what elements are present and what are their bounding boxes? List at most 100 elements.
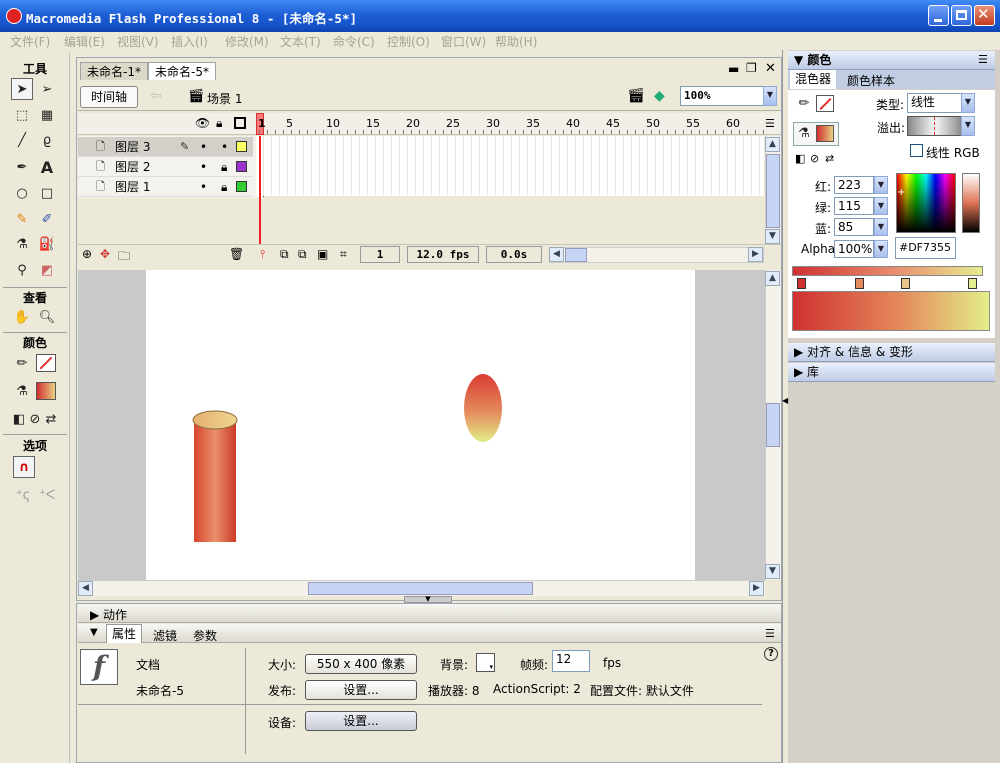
timeline-scroll-left-icon[interactable]: ◀ bbox=[549, 247, 564, 262]
gradient-stop-4[interactable] bbox=[968, 278, 977, 289]
fill-transform-icon[interactable]: ▦ bbox=[36, 104, 58, 126]
mixer-stroke-swatch[interactable] bbox=[816, 95, 834, 112]
timeline-toggle-button[interactable]: 时间轴 bbox=[80, 86, 138, 108]
no-color-icon[interactable]: ⊘ bbox=[810, 152, 819, 165]
mixer-stroke-icon[interactable]: ✏ bbox=[795, 94, 813, 112]
visibility-dot[interactable]: • bbox=[200, 137, 207, 157]
scene-label[interactable]: 场景 1 bbox=[207, 90, 242, 107]
delete-layer-icon[interactable]: 🗑︎ bbox=[229, 247, 244, 261]
visibility-dot[interactable]: • bbox=[200, 157, 207, 177]
overflow-select[interactable] bbox=[907, 116, 963, 136]
pencil-tool-icon[interactable]: ✎ bbox=[11, 208, 33, 230]
doc-restore-icon[interactable]: ❐ bbox=[746, 61, 757, 75]
device-settings-button[interactable]: 设置... bbox=[305, 711, 417, 731]
alpha-dropdown-icon[interactable]: ▼ bbox=[874, 240, 888, 258]
color-panel-menu-icon[interactable]: ☰ bbox=[978, 53, 988, 66]
fill-type-dropdown-icon[interactable]: ▼ bbox=[961, 93, 975, 113]
insert-folder-icon[interactable]: 🗀︎ bbox=[118, 247, 130, 268]
green-dropdown-icon[interactable]: ▼ bbox=[874, 197, 888, 215]
onion-skin-icon[interactable]: ⧉ bbox=[280, 247, 289, 262]
flash-app-icon[interactable] bbox=[6, 8, 22, 24]
stage-hscroll-thumb[interactable] bbox=[308, 582, 533, 595]
menu-item-8[interactable]: 窗口(W) bbox=[441, 33, 486, 50]
color-spectrum-picker[interactable] bbox=[896, 173, 956, 233]
paint-bucket-icon[interactable]: ⛽ bbox=[36, 233, 58, 255]
stage-scroll-right-icon[interactable]: ▶ bbox=[749, 581, 764, 596]
stage-scroll-up-icon[interactable]: ▲ bbox=[765, 271, 780, 286]
oval-tool-icon[interactable]: ○ bbox=[11, 182, 33, 204]
no-color-icon[interactable]: ⊘ bbox=[27, 408, 43, 430]
actions-panel-header[interactable] bbox=[78, 604, 781, 623]
lock-dot[interactable]: • bbox=[221, 137, 228, 157]
doc-minimize-icon[interactable]: ▬ bbox=[728, 62, 739, 76]
menu-item-4[interactable]: 修改(M) bbox=[225, 33, 269, 50]
visibility-dot[interactable]: • bbox=[200, 177, 207, 197]
menu-item-6[interactable]: 命令(C) bbox=[333, 33, 375, 50]
layer-name[interactable]: 图层 1 bbox=[115, 177, 150, 197]
subselection-tool-icon[interactable]: ➢ bbox=[36, 78, 58, 100]
publish-settings-button[interactable]: 设置... bbox=[305, 680, 417, 700]
ink-bottle-icon[interactable]: ⚗ bbox=[11, 233, 33, 255]
timeline-scroll-right-icon[interactable]: ▶ bbox=[748, 247, 763, 262]
back-arrow-icon[interactable]: ⇦ bbox=[150, 88, 162, 104]
maximize-button[interactable] bbox=[951, 5, 972, 26]
tab-untitled-5[interactable]: 未命名-5* bbox=[148, 62, 216, 80]
doc-close-icon[interactable]: ✕ bbox=[765, 61, 776, 76]
show-hide-eye-icon[interactable]: 👁︎ bbox=[195, 116, 210, 130]
tab-color-mixer[interactable]: 混色器 bbox=[790, 70, 837, 89]
minimize-button[interactable] bbox=[928, 5, 949, 26]
timeline-scroll-down-icon[interactable]: ▼ bbox=[765, 229, 780, 244]
overflow-dropdown-icon[interactable]: ▼ bbox=[961, 116, 975, 136]
stroke-color-swatch[interactable] bbox=[36, 354, 56, 372]
dock-collapse-icon[interactable]: ◀ bbox=[782, 396, 788, 405]
stage-scroll-down-icon[interactable]: ▼ bbox=[765, 564, 780, 579]
gradient-stop-1[interactable] bbox=[797, 278, 806, 289]
layer-color-swatch[interactable] bbox=[236, 141, 247, 152]
lock-dot[interactable]: 🔒︎ bbox=[221, 177, 227, 197]
close-button[interactable]: ✕ bbox=[974, 5, 995, 26]
timeline-menu-icon[interactable]: ☰ bbox=[765, 117, 775, 130]
eraser-icon[interactable]: ◩ bbox=[36, 259, 58, 281]
hand-tool-icon[interactable]: ✋ bbox=[11, 306, 33, 328]
edit-scene-icon[interactable]: 🎬︎ bbox=[627, 88, 645, 104]
fill-color-swatch[interactable] bbox=[36, 382, 56, 400]
color-panel-header[interactable]: ▼ 颜色 bbox=[788, 51, 995, 70]
swap-colors-icon[interactable]: ⇄ bbox=[43, 408, 59, 430]
eyedropper-icon[interactable]: ⚲ bbox=[11, 259, 33, 281]
layer-color-swatch[interactable] bbox=[236, 181, 247, 192]
layer-row[interactable]: 🗋︎ 图层 2 • 🔒︎ bbox=[78, 157, 253, 177]
black-white-icon[interactable]: ◧ bbox=[11, 408, 27, 430]
gradient-preview-bar[interactable] bbox=[792, 266, 983, 276]
red-dropdown-icon[interactable]: ▼ bbox=[874, 176, 888, 194]
size-button[interactable]: 550 x 400 像素 bbox=[305, 654, 417, 674]
lock-icon[interactable]: 🔒︎ bbox=[216, 116, 222, 131]
menu-item-3[interactable]: 插入(I) bbox=[171, 33, 208, 50]
stroke-color-icon[interactable]: ✏ bbox=[11, 352, 33, 374]
tab-untitled-1[interactable]: 未命名-1* bbox=[80, 62, 148, 80]
onion-outline-icon[interactable]: ⧉ bbox=[298, 247, 307, 262]
props-collapse-icon[interactable]: ▼ bbox=[90, 627, 98, 638]
menu-item-1[interactable]: 编辑(E) bbox=[64, 33, 105, 50]
stage-artwork[interactable] bbox=[146, 270, 695, 580]
zoom-dropdown-icon[interactable]: ▼ bbox=[763, 86, 777, 106]
mixer-fill-icon[interactable]: ⚗ bbox=[795, 124, 813, 142]
line-tool-icon[interactable]: ╱ bbox=[11, 129, 33, 151]
layer-name[interactable]: 图层 3 bbox=[115, 137, 150, 157]
edit-symbols-icon[interactable]: ◆ bbox=[654, 88, 665, 104]
modify-onion-markers-icon[interactable]: ⌗ bbox=[340, 247, 347, 262]
blue-dropdown-icon[interactable]: ▼ bbox=[874, 218, 888, 236]
black-white-icon[interactable]: ◧ bbox=[795, 152, 805, 165]
menu-item-5[interactable]: 文本(T) bbox=[280, 33, 321, 50]
edit-multiple-frames-icon[interactable]: ▣ bbox=[317, 247, 328, 261]
lock-dot[interactable]: 🔒︎ bbox=[221, 157, 227, 177]
fill-color-icon[interactable]: ⚗ bbox=[11, 380, 33, 402]
selection-tool-icon[interactable]: ➤ bbox=[11, 78, 33, 100]
snap-magnet-icon[interactable]: ∩ bbox=[13, 456, 35, 478]
library-panel-header[interactable]: ▶ 库 bbox=[788, 363, 995, 382]
timeline-vscroll-thumb[interactable] bbox=[766, 154, 780, 228]
lasso-tool-icon[interactable]: ϱ bbox=[36, 129, 58, 151]
zoom-input[interactable]: 100% bbox=[680, 86, 766, 106]
panel-collapse-handle[interactable]: ▼ bbox=[404, 596, 452, 603]
zoom-tool-icon[interactable]: 🔍︎ bbox=[36, 306, 58, 328]
props-menu-icon[interactable]: ☰ bbox=[765, 627, 775, 640]
